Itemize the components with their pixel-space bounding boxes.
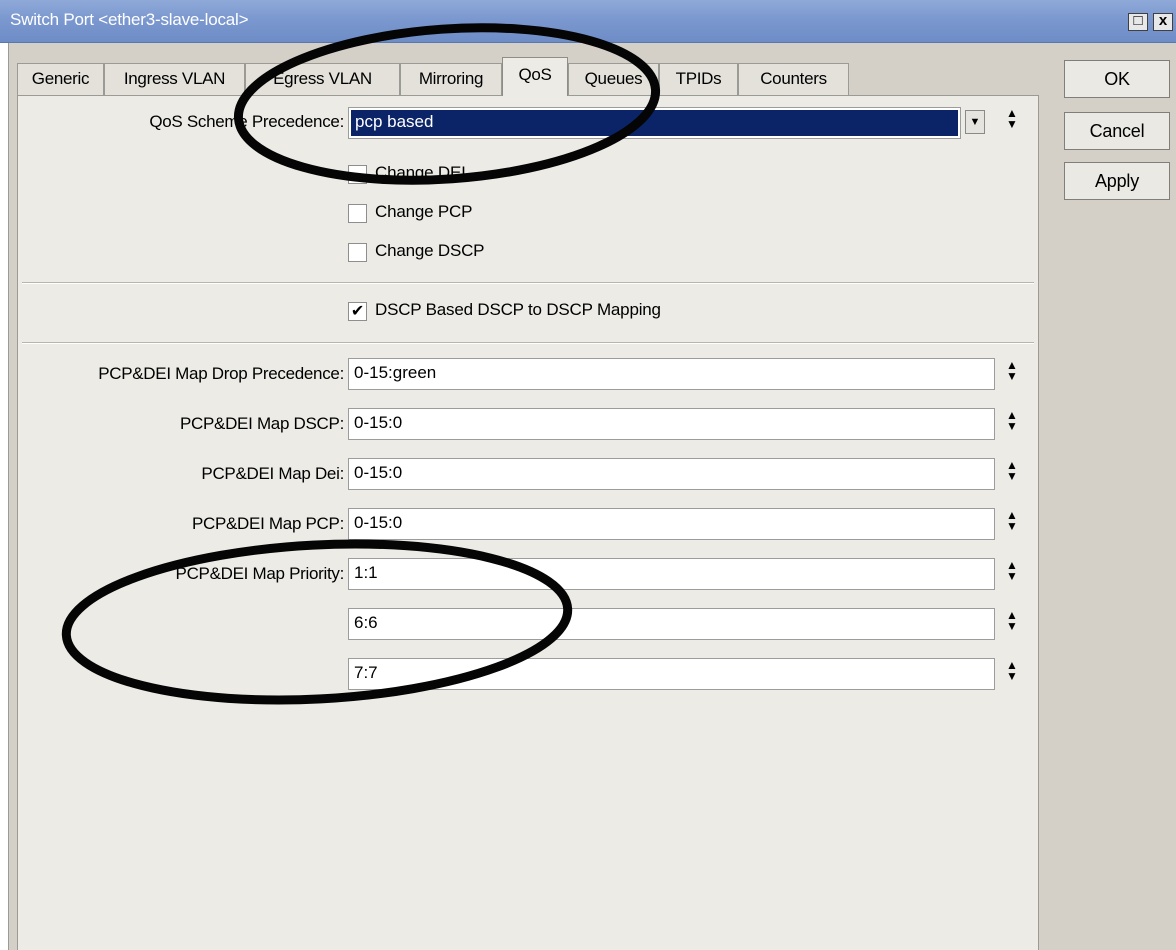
spinner-down-icon: ▼: [1006, 469, 1018, 483]
apply-button[interactable]: Apply: [1064, 162, 1170, 200]
spinner-down-icon: ▼: [1006, 619, 1018, 633]
spinner-down-icon: ▼: [1006, 519, 1018, 533]
spinner-down-icon: ▼: [1006, 117, 1018, 131]
spinner-icon[interactable]: ▲ ▼: [1004, 459, 1020, 486]
spinner-down-icon: ▼: [1006, 419, 1018, 433]
tab-generic[interactable]: Generic: [17, 63, 104, 95]
map-pcp-label: PCP&DEI Map PCP:: [191, 514, 344, 533]
spinner-icon[interactable]: ▲ ▼: [1004, 559, 1020, 586]
map-priority-field[interactable]: 7:7: [348, 658, 995, 690]
qos-scheme-value: pcp based: [351, 110, 958, 136]
qos-scheme-select[interactable]: pcp based: [348, 107, 961, 139]
close-button[interactable]: x: [1153, 13, 1173, 31]
separator: [22, 342, 1034, 344]
tab-counters[interactable]: Counters: [738, 63, 849, 95]
tab-mirroring[interactable]: Mirroring: [400, 63, 502, 95]
change-dscp-checkbox[interactable]: [348, 243, 367, 262]
tab-tpids[interactable]: TPIDs: [659, 63, 738, 95]
map-priority-field[interactable]: 6:6: [348, 608, 995, 640]
map-dei-label: PCP&DEI Map Dei:: [201, 464, 344, 483]
change-pcp-label: Change PCP: [375, 202, 473, 221]
dialog-body: Generic Ingress VLAN Egress VLAN Mirrori…: [8, 43, 1176, 950]
spinner-icon[interactable]: ▲ ▼: [1004, 509, 1020, 536]
spinner-icon[interactable]: ▲ ▼: [1004, 359, 1020, 386]
map-priority-field[interactable]: 1:1: [348, 558, 995, 590]
map-dscp-label: PCP&DEI Map DSCP:: [179, 414, 344, 433]
map-priority-label: PCP&DEI Map Priority:: [175, 564, 345, 583]
tab-egress-vlan[interactable]: Egress VLAN: [245, 63, 400, 95]
dscp-mapping-checkbox[interactable]: ✔: [348, 302, 367, 321]
change-dscp-label: Change DSCP: [375, 241, 485, 260]
dscp-mapping-label: DSCP Based DSCP to DSCP Mapping: [375, 300, 661, 319]
qos-scheme-label: QoS Scheme Precedence:: [149, 112, 344, 131]
title-bar[interactable]: Switch Port <ether3-slave-local> □ x: [0, 0, 1176, 43]
spinner-icon[interactable]: ▲ ▼: [1004, 409, 1020, 436]
maximize-button[interactable]: □: [1128, 13, 1148, 31]
window-title: Switch Port <ether3-slave-local>: [10, 10, 249, 29]
change-dei-checkbox[interactable]: [348, 165, 367, 184]
spinner-icon[interactable]: ▲ ▼: [1004, 107, 1020, 134]
spinner-down-icon: ▼: [1006, 369, 1018, 383]
change-pcp-checkbox[interactable]: [348, 204, 367, 223]
spinner-icon[interactable]: ▲ ▼: [1004, 609, 1020, 636]
spinner-icon[interactable]: ▲ ▼: [1004, 659, 1020, 686]
qos-panel: QoS Scheme Precedence: pcp based ▼ ▲ ▼ C…: [17, 95, 1039, 950]
cancel-button[interactable]: Cancel: [1064, 112, 1170, 150]
tab-qos[interactable]: QoS: [502, 57, 568, 96]
separator: [22, 282, 1034, 284]
drop-precedence-label: PCP&DEI Map Drop Precedence:: [98, 364, 344, 383]
spinner-down-icon: ▼: [1006, 669, 1018, 683]
tab-ingress-vlan[interactable]: Ingress VLAN: [104, 63, 245, 95]
change-dei-label: Change DEI: [375, 163, 466, 182]
drop-precedence-field[interactable]: 0-15:green: [348, 358, 995, 390]
map-dei-field[interactable]: 0-15:0: [348, 458, 995, 490]
ok-button[interactable]: OK: [1064, 60, 1170, 98]
spinner-down-icon: ▼: [1006, 569, 1018, 583]
dropdown-arrow-icon[interactable]: ▼: [965, 110, 985, 134]
map-dscp-field[interactable]: 0-15:0: [348, 408, 995, 440]
tab-queues[interactable]: Queues: [568, 63, 659, 95]
map-pcp-field[interactable]: 0-15:0: [348, 508, 995, 540]
